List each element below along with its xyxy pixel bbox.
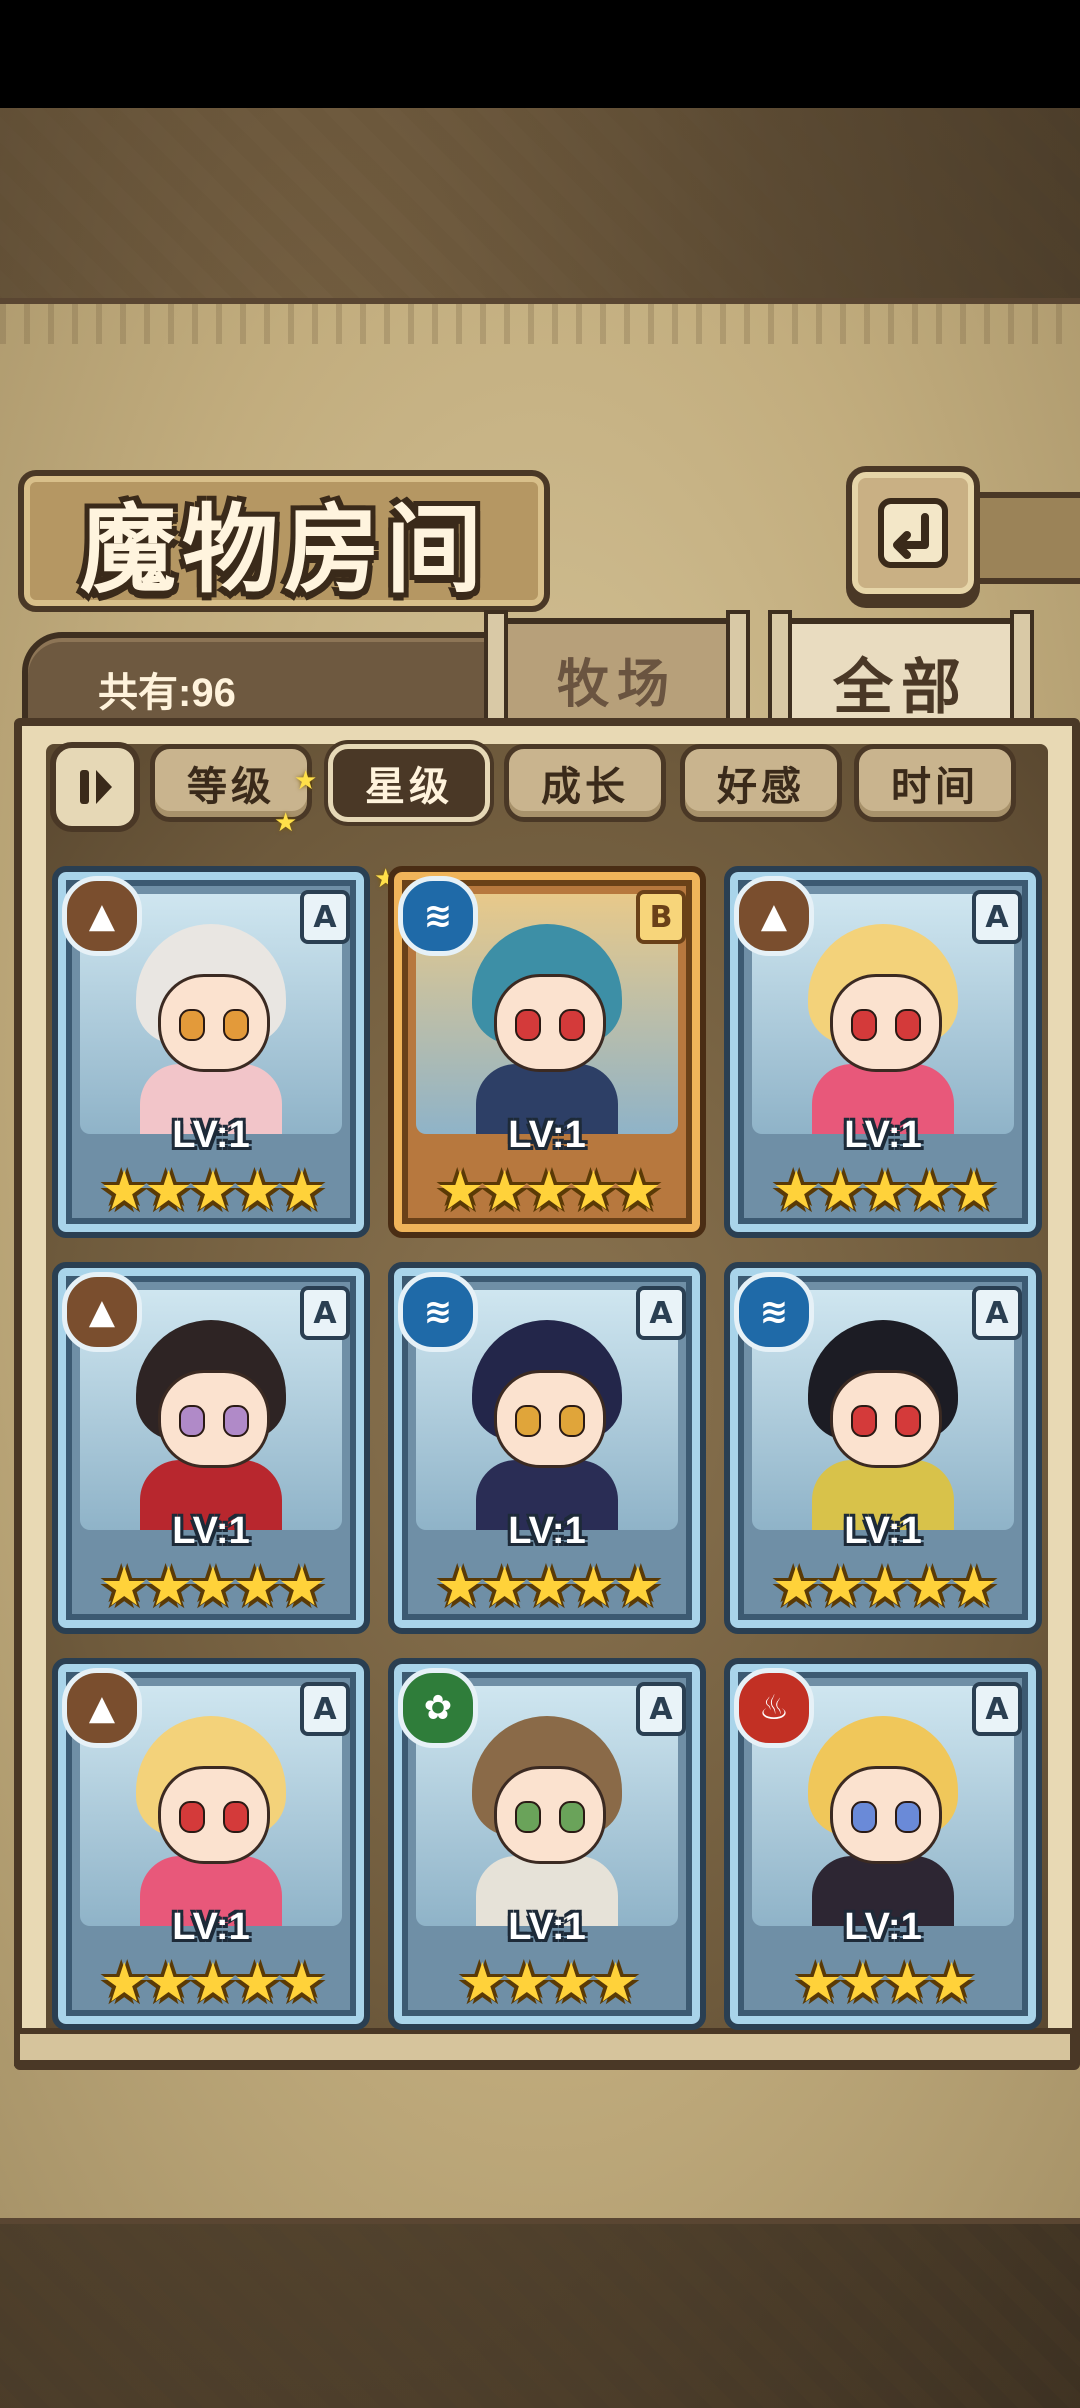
filter-time-label: 时间 (891, 764, 979, 810)
filter-time-button[interactable]: 时间 (854, 744, 1016, 822)
rank-badge: A (972, 1682, 1022, 1736)
monster-card[interactable]: ▲ A LV:1 ★★★★★ (724, 866, 1042, 1238)
level-label: LV:1 (172, 1114, 250, 1156)
level-label: LV:1 (172, 1906, 250, 1948)
rank-badge: A (636, 1286, 686, 1340)
level-label: LV:1 (844, 1906, 922, 1948)
monster-card[interactable]: ≋ A LV:1 ★★★★★ (388, 1262, 706, 1634)
portrait-eye (851, 1801, 877, 1833)
rank-badge: A (636, 1682, 686, 1736)
monster-card[interactable]: ▲ A LV:1 ★★★★★ (52, 1262, 370, 1634)
monster-card[interactable]: ✿ A LV:1 ★★★★ (388, 1658, 706, 2030)
rank-badge: A (972, 890, 1022, 944)
sparkle-icon: ★ (294, 766, 318, 796)
rank-badge: A (300, 1682, 350, 1736)
star-rating: ★★★★★ (435, 1159, 662, 1222)
star-rating: ★★★★★ (435, 1555, 662, 1618)
star-rating: ★★★★★ (771, 1555, 998, 1618)
star-rating: ★★★★★ (99, 1555, 326, 1618)
portrait-eye (223, 1405, 249, 1437)
sparkle-icon: ★ (274, 808, 298, 838)
portrait-eye (851, 1009, 877, 1041)
filter-star-button[interactable]: 星级 (328, 744, 490, 822)
flame-icon: ♨ (734, 1668, 814, 1748)
star-rating: ★★★★★ (771, 1159, 998, 1222)
back-button[interactable] (846, 466, 980, 600)
monster-card[interactable]: ≋ B LV:1 ★★★★★ (388, 866, 706, 1238)
portrait-eye (179, 1009, 205, 1041)
star-rating: ★★★★ (794, 1951, 976, 2014)
portrait-eye (515, 1801, 541, 1833)
portrait-eye (515, 1009, 541, 1041)
waves-icon: ≋ (734, 1272, 814, 1352)
return-arrow-icon (878, 498, 948, 568)
level-label: LV:1 (172, 1510, 250, 1552)
sort-toggle-icon (80, 770, 112, 804)
rank-badge: A (972, 1286, 1022, 1340)
filter-affection-button[interactable]: 好感 (680, 744, 842, 822)
portrait-eye (895, 1405, 921, 1437)
portrait-face (158, 974, 270, 1072)
portrait-eye (559, 1009, 585, 1041)
level-label: LV:1 (844, 1114, 922, 1156)
mountain-icon: ▲ (734, 876, 814, 956)
portrait-face (158, 1370, 270, 1468)
portrait-eye (179, 1405, 205, 1437)
monster-card[interactable]: ♨ A LV:1 ★★★★ (724, 1658, 1042, 2030)
portrait-eye (223, 1801, 249, 1833)
portrait-eye (179, 1801, 205, 1833)
portrait-face (494, 974, 606, 1072)
mountain-icon: ▲ (62, 876, 142, 956)
level-label: LV:1 (508, 1906, 586, 1948)
portrait-face (494, 1766, 606, 1864)
rank-badge: A (300, 890, 350, 944)
filter-affection-label: 好感 (717, 764, 805, 810)
rank-badge: B (636, 890, 686, 944)
header-rail (968, 492, 1080, 584)
title-plate: 魔物房间 (18, 470, 550, 612)
filter-level-label: 等级 (187, 764, 275, 810)
sort-toggle-button[interactable] (50, 742, 140, 832)
portrait-face (494, 1370, 606, 1468)
portrait-eye (223, 1009, 249, 1041)
mountain-icon: ▲ (62, 1668, 142, 1748)
leaf-icon: ✿ (398, 1668, 478, 1748)
star-rating: ★★★★ (458, 1951, 640, 2014)
portrait-face (158, 1766, 270, 1864)
bottom-rail (14, 2028, 1076, 2066)
monster-card[interactable]: ▲ A LV:1 ★★★★★ (52, 866, 370, 1238)
tab-all-label: 全部 (833, 652, 969, 723)
level-label: LV:1 (508, 1114, 586, 1156)
portrait-eye (895, 1009, 921, 1041)
level-label: LV:1 (508, 1510, 586, 1552)
level-label: LV:1 (844, 1510, 922, 1552)
monster-card[interactable]: ≋ A LV:1 ★★★★★ (724, 1262, 1042, 1634)
filter-growth-button[interactable]: 成长 (504, 744, 666, 822)
waves-icon: ≋ (398, 1272, 478, 1352)
portrait-eye (559, 1801, 585, 1833)
portrait-eye (559, 1405, 585, 1437)
monster-count: 共有:96 (98, 671, 236, 715)
star-rating: ★★★★★ (99, 1951, 326, 2014)
portrait-eye (515, 1405, 541, 1437)
tab-ranch-label: 牧场 (556, 654, 677, 715)
portrait-eye (895, 1801, 921, 1833)
status-bar (0, 0, 1080, 108)
page-title: 魔物房间 (80, 492, 488, 606)
portrait-face (830, 974, 942, 1072)
portrait-eye (851, 1405, 877, 1437)
filter-star-label: 星级 (365, 764, 453, 810)
rank-badge: A (300, 1286, 350, 1340)
waves-icon: ≋ (398, 876, 478, 956)
portrait-face (830, 1370, 942, 1468)
star-rating: ★★★★★ (99, 1159, 326, 1222)
monster-card[interactable]: ▲ A LV:1 ★★★★★ (52, 1658, 370, 2030)
tab-ranch[interactable]: 牧场 (484, 610, 750, 748)
portrait-face (830, 1766, 942, 1864)
filter-growth-label: 成长 (541, 764, 629, 810)
mountain-icon: ▲ (62, 1272, 142, 1352)
